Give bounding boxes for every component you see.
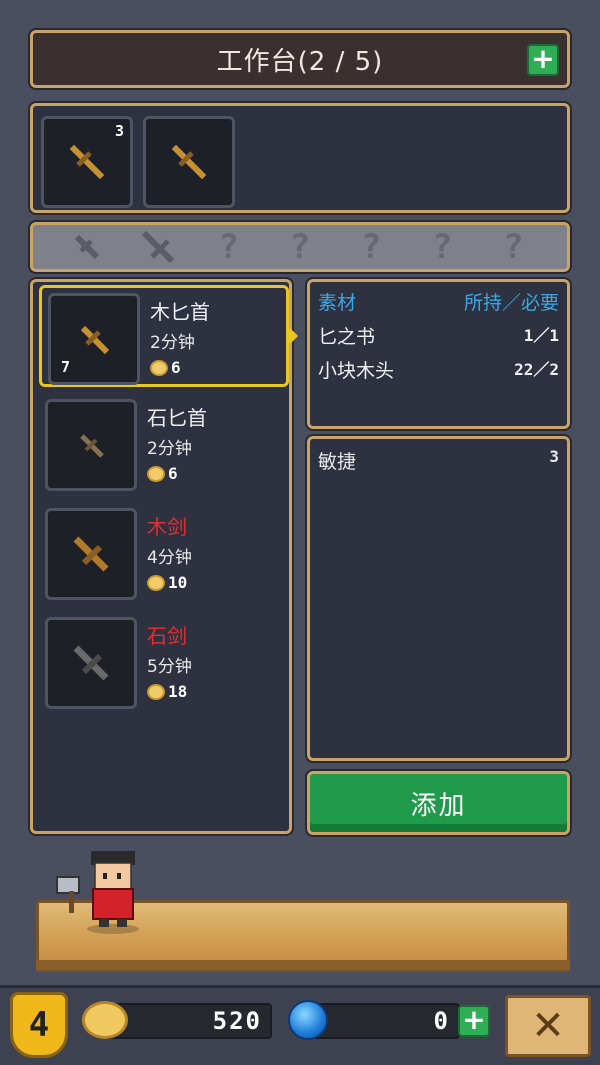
recipe-icon-frame: 7 (48, 293, 140, 385)
recipe-time: 5分钟 (147, 657, 192, 677)
recipe-name: 石匕首 (147, 406, 207, 430)
recipe-item[interactable]: 石剑 5分钟 18 (39, 612, 289, 714)
unknown-recipe-icon: ? (432, 227, 453, 267)
materials-header: 素材 所持／必要 (318, 288, 559, 315)
recipe-name: 木剑 (147, 515, 187, 539)
queue-slot[interactable] (143, 116, 235, 208)
recipe-cost: 6 (150, 358, 181, 377)
gold-coin-icon (82, 1001, 128, 1039)
material-row: 小块木头 22／2 (318, 360, 559, 382)
queue-slot[interactable]: 3 (41, 116, 133, 208)
materials-panel: 素材 所持／必要 匕之书 1／1 小块木头 22／2 (305, 277, 572, 431)
stat-name: 敏捷 (318, 451, 357, 473)
crafting-queue: 3 (28, 101, 572, 215)
stat-value: 3 (549, 447, 559, 466)
queue-count: 3 (114, 122, 124, 140)
stone-sword-icon (73, 645, 109, 681)
owned-required-label: 所持／必要 (463, 292, 559, 314)
recipe-item[interactable]: 石匕首 2分钟 6 (39, 394, 289, 496)
level-badge: 4 (10, 992, 68, 1058)
recipe-cost: 18 (147, 682, 187, 701)
recipe-list: 7 木匕首 2分钟 6 石匕首 2分钟 6 木剑 4分钟 10 石剑 5分钟 1… (28, 277, 298, 836)
page-title: 工作台(2 / 5) (216, 46, 384, 77)
recipe-icon-frame (45, 399, 137, 491)
stats-panel: 敏捷 3 (305, 434, 572, 763)
stat-row: 敏捷 3 (318, 447, 559, 474)
dagger-icon (171, 144, 207, 180)
blacksmith-character (56, 851, 139, 934)
recipe-icon-frame (45, 617, 137, 709)
unknown-recipe-icon: ? (503, 227, 524, 267)
material-row: 匕之书 1／1 (318, 326, 559, 348)
recipe-item[interactable]: 7 木匕首 2分钟 6 (39, 285, 298, 387)
recipe-name: 木匕首 (150, 300, 210, 324)
coin-icon (150, 359, 168, 376)
recipe-time: 4分钟 (147, 548, 192, 568)
add-gems-button[interactable]: + (458, 1005, 490, 1037)
recipe-category-strip: ? ? ? ? ? (28, 220, 572, 274)
recipe-cost: 10 (147, 573, 187, 592)
coin-icon (147, 683, 165, 700)
stone-dagger-icon (80, 434, 104, 458)
recipe-item[interactable]: 木剑 4分钟 10 (39, 503, 289, 605)
recipe-time: 2分钟 (147, 439, 192, 459)
dagger-silhouette-icon[interactable] (67, 227, 107, 267)
owned-count: 7 (61, 358, 71, 376)
sword-silhouette-icon[interactable] (138, 227, 178, 267)
coin-icon (147, 574, 165, 591)
coin-icon (147, 465, 165, 482)
recipe-icon-frame (45, 508, 137, 600)
close-button[interactable]: ✕ (505, 995, 591, 1057)
add-slot-button[interactable]: + (527, 44, 559, 76)
blue-gem-icon (288, 1000, 328, 1040)
workbench-table-edge (36, 960, 570, 970)
workbench-header: 工作台(2 / 5) + (28, 28, 572, 90)
recipe-time: 2分钟 (150, 333, 195, 353)
close-icon: ✕ (531, 1003, 565, 1049)
unknown-recipe-icon: ? (218, 227, 240, 267)
unknown-recipe-icon: ? (289, 227, 311, 267)
materials-label: 素材 (318, 292, 357, 314)
recipe-cost: 6 (147, 464, 178, 483)
unknown-recipe-icon: ? (360, 227, 382, 267)
recipe-name: 石剑 (147, 624, 187, 648)
wooden-sword-icon (73, 536, 109, 572)
add-craft-button[interactable]: 添加 (305, 769, 572, 837)
